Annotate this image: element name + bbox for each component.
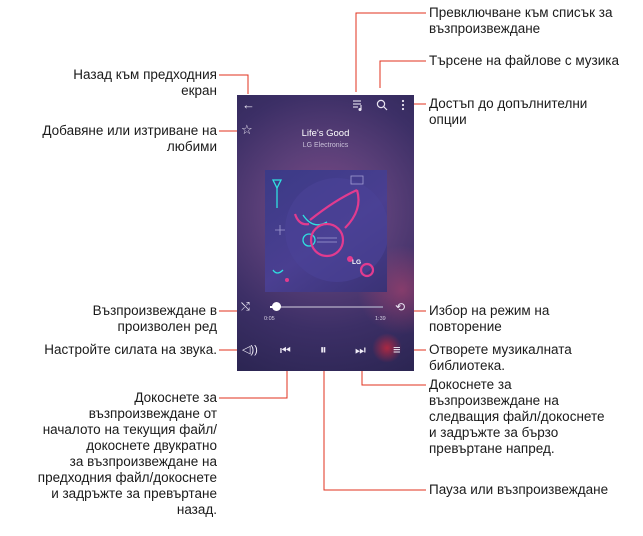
annotation-library: Отворете музикалната библиотека. [429, 342, 572, 373]
annotation-back: Назад към предходния екран [73, 67, 217, 98]
song-artist: LG Electronics [302, 142, 349, 149]
total-time: 1:39 [375, 316, 386, 322]
annotation-pause: Пауза или възпроизвеждане [429, 482, 609, 497]
annotation-favorite: Добавяне или изтриване на любими [42, 123, 217, 154]
volume-icon[interactable]: ◁)) [242, 343, 258, 356]
music-player-screen: ← ☆ Life's Good LG Electronics LG ⤭ ⟲ 0:… [237, 95, 414, 371]
annotation-repeat: Избор на режим на повторение [429, 303, 550, 334]
annotation-shuffle: Възпроизвеждане в произволен ред [92, 303, 217, 334]
elapsed-time: 0:05 [264, 316, 275, 322]
annotation-playlist: Превключване към списък за възпроизвеждан… [429, 5, 613, 36]
leader-playlist [355, 12, 426, 92]
skip-next-icon[interactable]: ⏭ [355, 343, 366, 358]
album-art: LG [265, 170, 387, 292]
annotation-more: Достъп до допълнителни опции [429, 96, 588, 127]
seek-bar[interactable] [270, 306, 383, 308]
library-icon[interactable]: ≡ [393, 342, 401, 357]
annotation-next: Докоснете за възпроизвеждане на следващия … [429, 377, 605, 456]
seek-bar-thumb[interactable] [271, 302, 281, 311]
annotation-previous: Докоснете за възпроизвеждане от началото н… [37, 390, 217, 517]
shuffle-icon[interactable]: ⤭ [241, 301, 250, 313]
album-logo-label: LG [352, 259, 362, 266]
leader-pause [323, 357, 426, 491]
skip-previous-icon[interactable]: ⏮ [280, 343, 291, 358]
pause-icon[interactable]: ⏸ [320, 342, 327, 358]
leader-search [379, 60, 426, 88]
annotation-search: Търсене на файлове с музика [429, 53, 619, 68]
arrow-left-icon[interactable]: ← [242, 98, 255, 111]
search-icon[interactable] [376, 99, 388, 113]
more-options-icon[interactable] [400, 99, 406, 113]
playlist-icon[interactable] [352, 99, 364, 113]
repeat-icon[interactable]: ⟲ [395, 301, 405, 313]
song-title: Life's Good [301, 128, 350, 139]
album-art-illustration [271, 175, 387, 282]
annotation-volume: Настройте силата на звука. [44, 342, 217, 357]
leader-back [219, 74, 249, 94]
